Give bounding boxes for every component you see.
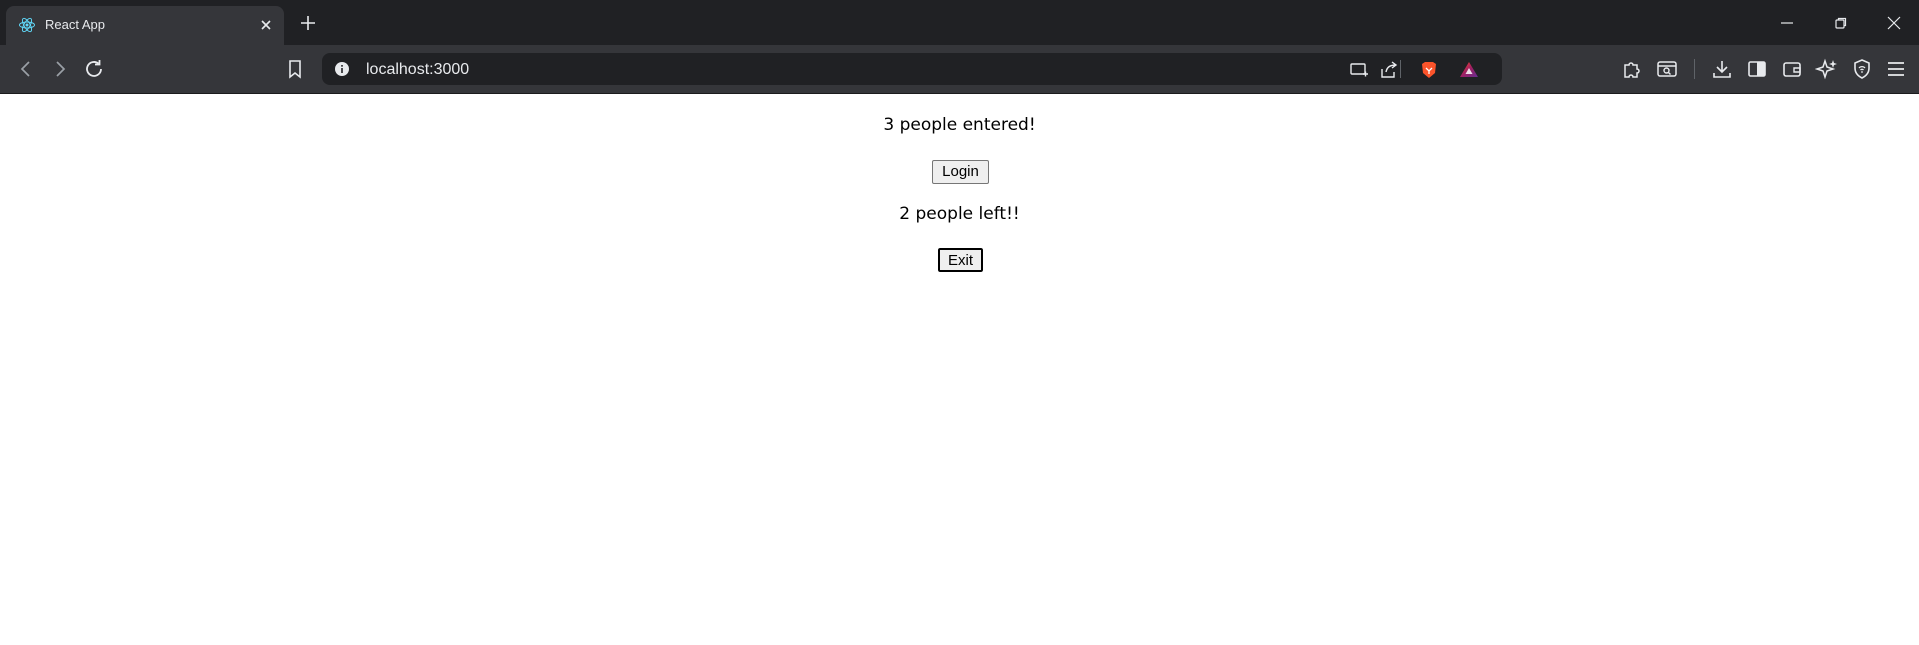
exit-button[interactable]: Exit: [937, 247, 984, 273]
forward-arrow-icon[interactable]: [48, 57, 72, 81]
login-button[interactable]: Login: [932, 160, 989, 184]
tab-title: React App: [45, 17, 105, 32]
puzzle-icon[interactable]: [1620, 57, 1644, 81]
address-bar-divider: [1400, 60, 1401, 78]
cast-icon[interactable]: [1348, 59, 1370, 81]
left-count-text: 2 people left!!: [899, 204, 1020, 224]
info-icon[interactable]: [334, 61, 350, 77]
entered-count-text: 3 people entered!: [883, 115, 1036, 135]
plus-icon[interactable]: [298, 13, 318, 33]
back-arrow-icon[interactable]: [14, 57, 38, 81]
close-icon[interactable]: [1884, 13, 1904, 33]
restore-icon[interactable]: [1831, 13, 1851, 33]
tab-search-icon[interactable]: [1655, 57, 1679, 81]
tab-react-app[interactable]: React App: [6, 6, 284, 45]
wallet-icon[interactable]: [1780, 57, 1804, 81]
sidebar-icon[interactable]: [1745, 57, 1769, 81]
reload-icon[interactable]: [82, 57, 106, 81]
react-logo-icon: [19, 17, 35, 33]
bookmark-icon[interactable]: [283, 57, 307, 81]
minimize-icon[interactable]: [1777, 13, 1797, 33]
download-icon[interactable]: [1710, 57, 1734, 81]
address-bar[interactable]: localhost:3000: [322, 53, 1502, 85]
browser-title-bar: React App: [0, 0, 1919, 45]
close-icon[interactable]: [258, 17, 274, 33]
brave-rewards-icon[interactable]: [1458, 59, 1480, 81]
browser-toolbar: localhost:3000: [0, 45, 1919, 94]
page-content: 3 people entered! Login 2 people left!! …: [0, 95, 1919, 645]
share-icon[interactable]: [1378, 59, 1400, 81]
url-text[interactable]: localhost:3000: [366, 61, 469, 79]
toolbar-divider: [1694, 59, 1695, 79]
hamburger-menu-icon[interactable]: [1884, 57, 1908, 81]
vpn-shield-icon[interactable]: [1850, 57, 1874, 81]
brave-lion-icon[interactable]: [1418, 59, 1440, 81]
leo-ai-icon[interactable]: [1815, 57, 1839, 81]
